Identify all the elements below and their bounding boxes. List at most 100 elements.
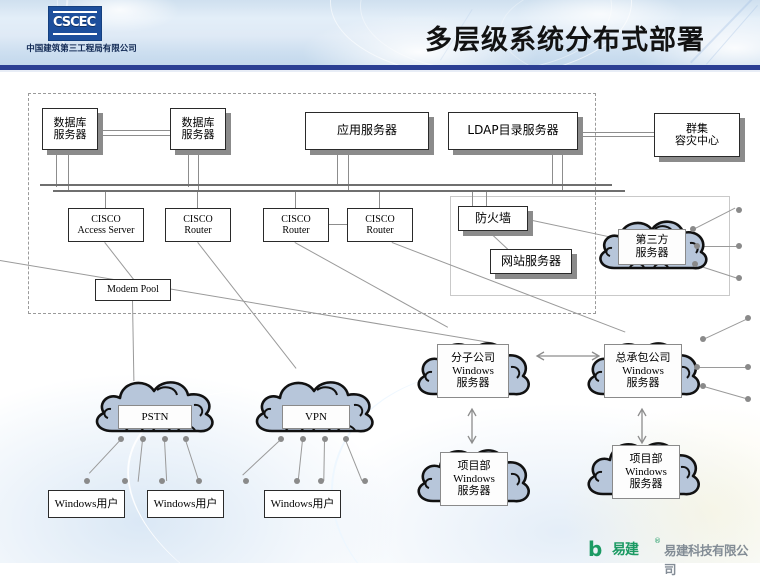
node-line: 服务器 [629,477,663,491]
link-ldap-dr [578,136,654,137]
node-line: 防火墙 [474,210,511,225]
node-line: Modem Pool [107,284,159,296]
node-cisco-router-3[interactable]: CISCO Router [347,208,413,242]
drop-bus-rtr3 [379,190,380,208]
drop-app-a [337,155,338,186]
endpoint-dot [745,364,751,370]
cloud-label-project-2: 项目部 Windows 服务器 [612,445,680,499]
endpoint-dot [700,336,706,342]
node-website-server[interactable]: 网站服务器 [490,249,572,274]
node-line: 服务器 [635,246,669,259]
arrow-subsidiary-project1 [466,406,478,446]
endpoint-dot [736,207,742,213]
node-line: 应用服务器 [336,123,397,138]
node-line: 容灾中心 [675,134,719,147]
node-cisco-router-2[interactable]: CISCO Router [263,208,329,242]
client-port-dot [294,478,300,484]
client-port-dot [243,478,249,484]
cloud-label-pstn: PSTN [118,405,192,429]
node-line: 服务器 [181,128,215,141]
node-line: Router [184,225,212,236]
architecture-diagram: 数据库 服务器 数据库 服务器 应用服务器 LDAP目录服务器 群集 容灾中心 … [0,0,760,563]
node-windows-client-3[interactable]: Windows用户 [264,490,341,518]
link-contractor-endpoint [703,319,747,340]
node-line: VPN [304,410,327,423]
link-contractor-endpoint [698,367,746,368]
node-line: CISCO [183,213,213,225]
node-database-server-2[interactable]: 数据库 服务器 [170,108,226,150]
node-line: 项目部 [629,451,663,465]
node-line: Router [282,225,310,236]
node-disaster-recovery-center[interactable]: 群集 容灾中心 [654,113,740,157]
link-db1-db2 [98,135,170,136]
cloud-port-dot [140,436,146,442]
link-vpn-client [345,440,363,482]
node-cisco-router-1[interactable]: CISCO Router [165,208,231,242]
node-modem-pool[interactable]: Modem Pool [95,279,171,301]
cloud-port-dot [278,436,284,442]
endpoint-dot [700,383,706,389]
endpoint-dot [745,315,751,321]
link-pstn-client [164,440,168,481]
drop-db1-a [56,155,57,187]
node-database-server-1[interactable]: 数据库 服务器 [42,108,98,150]
node-line: 总承包公司 [615,350,671,364]
cloud-label-vpn: VPN [282,405,350,429]
cloud-label-contractor: 总承包公司 Windows 服务器 [604,344,682,398]
client-port-dot [122,478,128,484]
link-vpn-client [323,439,325,481]
cloud-port-dot [118,436,124,442]
drop-bus-access [105,190,106,208]
cloud-port-dot [162,436,168,442]
link-contractor-endpoint [703,386,748,400]
node-application-server[interactable]: 应用服务器 [305,112,429,150]
node-line: 数据库 [53,115,87,129]
cloud-port-dot [322,436,328,442]
node-line: 项目部 [457,458,491,472]
node-line: Windows用户 [153,497,218,510]
node-line: 数据库 [181,115,215,129]
cloud-port-dot [183,436,189,442]
link-pstn-client [137,439,143,482]
yijian-logo-icon: b [588,537,603,561]
node-cisco-access-server[interactable]: CISCO Access Server [68,208,144,242]
node-line: Router [366,225,394,236]
link-rtr2-rtr3 [329,224,347,225]
link-vpn-client [297,439,303,482]
node-firewall[interactable]: 防火墙 [458,206,528,231]
endpoint-dot [692,261,698,267]
node-line: CISCO [365,213,395,225]
cloud-label-third-party: 第三方 服务器 [618,229,686,265]
endpoint-dot [745,396,751,402]
link-pstn-client [185,440,199,481]
backbone-bus-upper [40,184,612,186]
node-line: 分子公司 [451,350,495,364]
node-line: Access Server [77,225,135,236]
drop-ldap-a [552,155,553,186]
yijian-company-fullname: 易建科技有限公司 [664,543,749,577]
node-line: 服务器 [457,484,491,498]
node-windows-client-2[interactable]: Windows用户 [147,490,224,518]
node-line: LDAP目录服务器 [467,123,559,138]
node-line: Windows用户 [270,497,335,510]
endpoint-dot [694,243,700,249]
node-line: 服务器 [53,128,87,141]
arrow-subsidiary-contractor [532,350,604,362]
endpoint-dot [694,364,700,370]
drop-bus-rtr2 [295,190,296,208]
endpoint-dot [690,226,696,232]
node-windows-client-1[interactable]: Windows用户 [48,490,125,518]
link-pstn-client [88,439,121,474]
yijian-brand-name: 易建 [612,542,639,558]
node-line: CISCO [91,213,121,225]
client-port-dot [362,478,368,484]
drop-db2-a [188,155,189,187]
footer-brand: b 易建 ® 易建科技有限公司 [588,536,756,577]
client-port-dot [159,478,165,484]
node-ldap-directory-server[interactable]: LDAP目录服务器 [448,112,578,150]
endpoint-dot [736,275,742,281]
client-port-dot [318,478,324,484]
link-ldap-dr [578,132,654,133]
endpoint-dot [736,243,742,249]
cloud-label-project-1: 项目部 Windows 服务器 [440,452,508,506]
